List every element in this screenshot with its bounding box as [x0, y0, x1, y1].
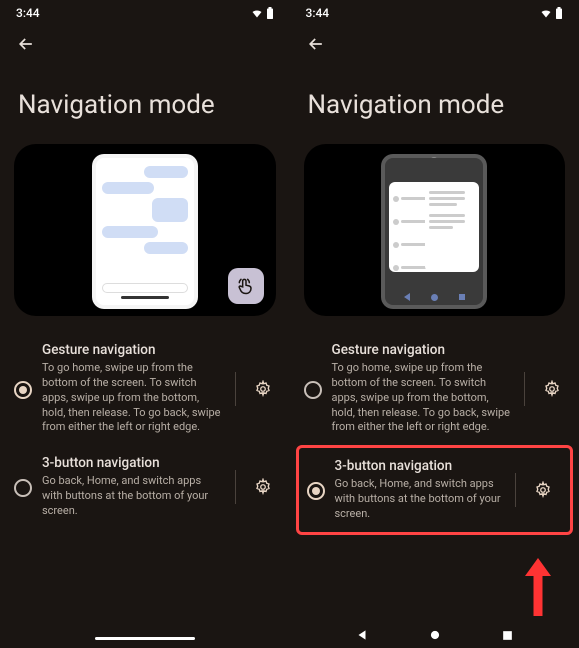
- status-bar: 3:44: [290, 0, 579, 22]
- wifi-icon: [250, 7, 264, 19]
- arrow-left-icon: [16, 34, 36, 54]
- screen-right: 3:44 Navigation mode: [290, 0, 579, 648]
- phone-mockup: [381, 154, 487, 309]
- 3button-settings-button[interactable]: [526, 481, 560, 499]
- nav-back-icon[interactable]: [355, 628, 369, 642]
- divider: [235, 372, 236, 406]
- radio-gesture[interactable]: [14, 381, 32, 399]
- gesture-pill: [95, 637, 195, 640]
- status-icons: [539, 7, 563, 19]
- option-title: Gesture navigation: [42, 342, 221, 358]
- page-title: Navigation mode: [0, 62, 290, 136]
- gear-icon: [534, 481, 552, 499]
- radio-3button[interactable]: [14, 479, 32, 497]
- status-bar: 3:44: [0, 0, 290, 22]
- hand-tap-icon: [236, 276, 256, 296]
- preview-card: [14, 144, 276, 316]
- preview-card: [304, 144, 566, 316]
- gear-icon: [543, 380, 561, 398]
- annotation-arrow-icon: [521, 556, 555, 616]
- radio-gesture[interactable]: [304, 381, 322, 399]
- system-nav-gesture[interactable]: [0, 637, 290, 640]
- gesture-settings-button[interactable]: [535, 380, 569, 398]
- option-3button[interactable]: 3-button navigation Go back, Home, and s…: [0, 445, 290, 529]
- option-title: 3-button navigation: [42, 455, 221, 471]
- option-title: Gesture navigation: [332, 342, 511, 358]
- screen-left: 3:44 Navigation mode: [0, 0, 290, 648]
- page-title: Navigation mode: [290, 62, 579, 136]
- gear-icon: [254, 380, 272, 398]
- annotation-highlight: 3-button navigation Go back, Home, and s…: [296, 445, 574, 535]
- phone-mockup: [92, 154, 198, 309]
- wifi-icon: [539, 7, 553, 19]
- divider: [524, 372, 525, 406]
- arrow-left-icon: [306, 34, 326, 54]
- option-desc: Go back, Home, and switch apps with butt…: [42, 474, 221, 519]
- option-gesture[interactable]: Gesture navigation To go home, swipe up …: [290, 332, 579, 445]
- 3button-settings-button[interactable]: [246, 478, 280, 496]
- gesture-settings-button[interactable]: [246, 380, 280, 398]
- clock: 3:44: [306, 6, 330, 20]
- system-nav-3button[interactable]: [290, 628, 579, 642]
- clock: 3:44: [16, 6, 40, 20]
- radio-3button[interactable]: [307, 482, 325, 500]
- touch-indicator-icon: [228, 268, 264, 304]
- option-desc: To go home, swipe up from the bottom of …: [332, 361, 511, 435]
- back-button[interactable]: [0, 22, 290, 62]
- divider: [515, 473, 516, 507]
- option-desc: Go back, Home, and switch apps with butt…: [335, 477, 502, 522]
- divider: [235, 470, 236, 504]
- option-gesture[interactable]: Gesture navigation To go home, swipe up …: [0, 332, 290, 445]
- nav-home-icon[interactable]: [428, 628, 442, 642]
- option-3button[interactable]: 3-button navigation Go back, Home, and s…: [299, 448, 571, 532]
- battery-icon: [555, 7, 563, 19]
- battery-icon: [266, 7, 274, 19]
- option-desc: To go home, swipe up from the bottom of …: [42, 361, 221, 435]
- gear-icon: [254, 478, 272, 496]
- nav-recents-icon[interactable]: [501, 629, 514, 642]
- option-title: 3-button navigation: [335, 458, 502, 474]
- back-button[interactable]: [290, 22, 579, 62]
- status-icons: [250, 7, 274, 19]
